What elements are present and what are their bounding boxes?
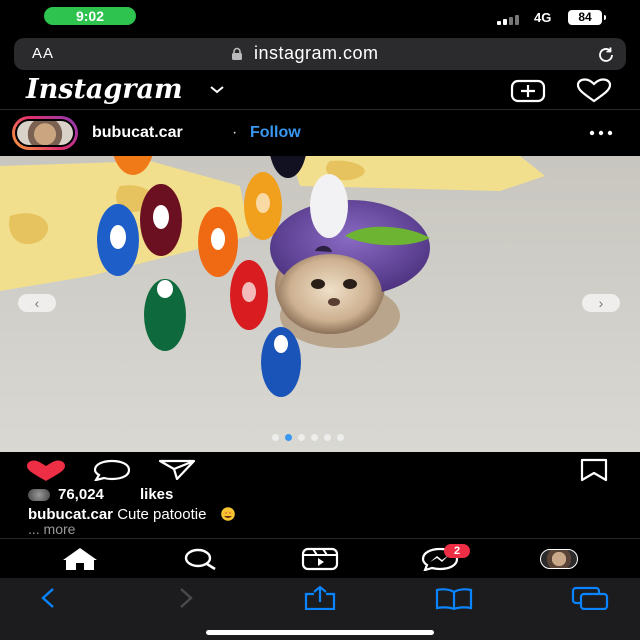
photo-illustration	[0, 156, 640, 452]
post-username[interactable]: bubucat.car	[92, 124, 183, 142]
carousel-dot	[298, 434, 305, 441]
forward-icon[interactable]	[166, 586, 206, 610]
reels-icon[interactable]	[300, 547, 340, 571]
post-actions	[0, 452, 640, 488]
post-header: bubucat.car · Follow	[0, 111, 640, 156]
save-bookmark-icon[interactable]	[578, 458, 610, 482]
likes-label: likes	[140, 486, 174, 503]
carousel-next-button[interactable]: ›	[582, 294, 620, 312]
heart-eyes-emoji-icon	[220, 507, 235, 521]
status-bar: 9:02 4G 84	[0, 0, 640, 36]
share-send-icon[interactable]	[158, 459, 196, 481]
follow-button[interactable]: Follow	[250, 124, 301, 142]
carousel-dot	[272, 434, 279, 441]
url-text[interactable]: instagram.com	[254, 43, 379, 64]
carousel-dot	[285, 434, 292, 441]
home-indicator	[206, 630, 434, 635]
carousel-dot	[324, 434, 331, 441]
reload-icon[interactable]	[596, 45, 616, 65]
ig-header: Instagram	[0, 74, 640, 110]
more-options-icon[interactable]	[586, 125, 616, 141]
comment-icon[interactable]	[92, 459, 132, 481]
carousel-dot	[337, 434, 344, 441]
carousel-dots	[272, 434, 344, 441]
activity-heart-icon[interactable]	[576, 78, 612, 104]
instagram-logo[interactable]: Instagram	[26, 74, 183, 105]
messages-badge: 2	[444, 544, 470, 558]
post-author-avatar[interactable]	[12, 116, 78, 150]
network-type: 4G	[534, 10, 552, 25]
back-icon[interactable]	[28, 586, 68, 610]
home-icon[interactable]	[60, 547, 100, 571]
cellular-signal-icon	[497, 13, 519, 25]
status-time: 9:02	[44, 7, 136, 25]
address-bar[interactable]: AA instagram.com	[14, 38, 626, 70]
text-size-button[interactable]: AA	[32, 45, 54, 62]
safari-toolbar	[0, 578, 640, 640]
post-photo[interactable]: ‹ ›	[0, 156, 640, 452]
battery-icon: 84	[568, 10, 606, 25]
likes-count: 76,024	[58, 486, 104, 503]
lock-icon	[232, 47, 242, 60]
separator-dot: ·	[232, 124, 238, 141]
share-icon[interactable]	[300, 586, 340, 610]
search-icon[interactable]	[180, 547, 220, 571]
likers-avatar	[28, 489, 50, 501]
profile-avatar[interactable]	[540, 549, 578, 569]
tabs-icon[interactable]	[570, 586, 610, 610]
caption-more-link[interactable]: ... more	[28, 521, 75, 537]
likes-row[interactable]: 76,024 likes	[0, 486, 640, 504]
safari-address-area: AA instagram.com	[0, 36, 640, 74]
text-size-label: AA	[32, 45, 55, 62]
caption-text: Cute patootie	[117, 506, 207, 523]
carousel-dot	[311, 434, 318, 441]
bookmarks-icon[interactable]	[434, 586, 474, 610]
like-heart-icon[interactable]	[26, 460, 66, 482]
chevron-down-icon[interactable]	[208, 84, 226, 96]
new-post-icon[interactable]	[510, 78, 546, 104]
ig-bottom-nav: 2	[0, 538, 640, 578]
carousel-prev-button[interactable]: ‹	[18, 294, 56, 312]
